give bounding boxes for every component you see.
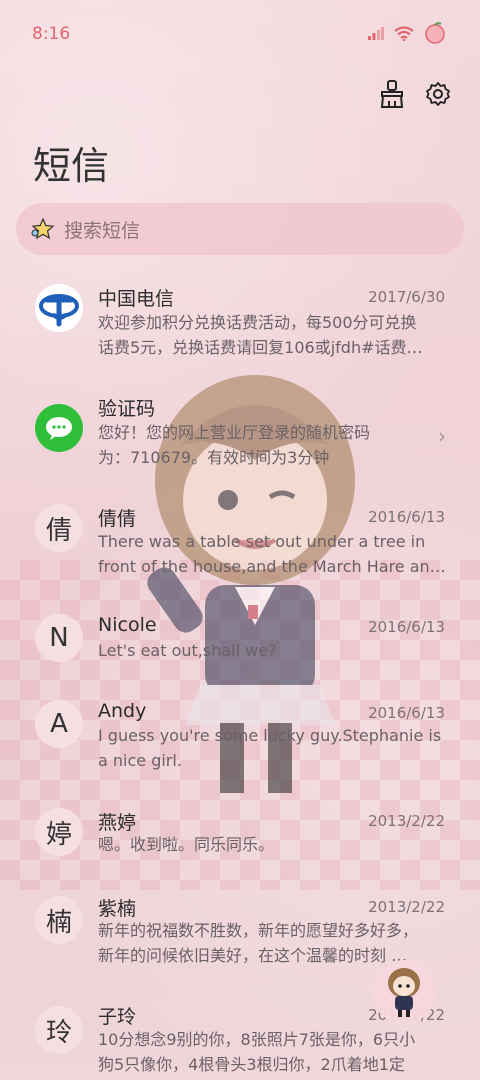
message-bubble-icon: [35, 404, 83, 452]
preview-line: 为：710679。有效时间为3分钟: [98, 448, 330, 467]
battery-peach-icon: [425, 22, 445, 44]
preview-line: 狗5只像你，4根骨头3根归你，2爪着地1定: [98, 1055, 405, 1074]
signal-icon: [368, 27, 384, 40]
preview-line: 您好！您的网上营业厅登录的随机密码: [98, 423, 371, 442]
preview-line: 10分想念9别的你，8张照片7张是你，6只小: [98, 1030, 416, 1049]
preview-line: 嗯。收到啦。同乐同乐。: [98, 835, 275, 854]
preview-line: Let's eat out,shall we?: [98, 641, 277, 660]
preview-line: 新年的祝福数不胜数，新年的愿望好多好多，: [98, 921, 419, 940]
wifi-icon: [394, 25, 414, 41]
contact-name: 倩倩: [98, 508, 137, 530]
message-date: 2013/2/22: [368, 812, 445, 830]
status-time: 8:16: [32, 24, 71, 44]
preview-line: front of the house,and the March Hare an…: [98, 557, 445, 576]
settings-button[interactable]: [424, 80, 452, 108]
message-preview: I guess you're some lucky guy.Stephanie …: [98, 723, 445, 773]
message-date: 2013/2/22: [368, 898, 445, 916]
contact-avatar: 婷: [35, 808, 83, 856]
search-placeholder: 搜索短信: [64, 219, 141, 242]
conversation-item[interactable]: 中国电信 2017/6/30 欢迎参加积分兑换话费活动，每500分可兑换 话费5…: [0, 270, 480, 378]
preview-line: 话费5元，兑换话费请回复106或jfdh#话费…: [98, 338, 423, 357]
chibi-compose-icon: [388, 968, 420, 1017]
contact-name: 子玲: [98, 1006, 137, 1028]
page-title: 短信: [33, 144, 110, 188]
message-preview: 新年的祝福数不胜数，新年的愿望好多好多， 新年的问候依旧美好，在这个温馨的时刻 …: [98, 918, 445, 968]
clean-button[interactable]: [378, 80, 406, 108]
message-preview: 您好！您的网上营业厅登录的随机密码 为：710679。有效时间为3分钟: [98, 420, 420, 470]
conversation-item[interactable]: 验证码 您好！您的网上营业厅登录的随机密码 为：710679。有效时间为3分钟 …: [0, 378, 480, 486]
contact-avatar: 倩: [35, 504, 83, 552]
message-date: 2017/6/30: [368, 288, 445, 306]
preview-line: I guess you're some lucky guy.Stephanie …: [98, 726, 442, 745]
preview-line: a nice girl.: [98, 751, 182, 770]
conversation-item[interactable]: 婷 燕婷 2013/2/22 嗯。收到啦。同乐同乐。: [0, 802, 480, 886]
conversation-item[interactable]: 倩 倩倩 2016/6/13 There was a table set out…: [0, 496, 480, 604]
message-preview: Let's eat out,shall we?: [98, 638, 445, 663]
conversation-item[interactable]: A Andy 2016/6/13 I guess you're some luc…: [0, 694, 480, 802]
contact-avatar: A: [35, 700, 83, 748]
contact-avatar: 楠: [35, 896, 83, 944]
status-bar: 8:16: [0, 0, 480, 64]
contact-name: 验证码: [98, 398, 156, 420]
contact-name: 中国电信: [98, 288, 175, 310]
contact-name: Nicole: [98, 614, 157, 636]
gear-icon: [426, 82, 450, 106]
search-star-icon: [30, 216, 56, 242]
search-bar[interactable]: 搜索短信: [16, 203, 464, 255]
chevron-right-icon: ›: [438, 424, 446, 448]
contact-avatar: 玲: [35, 1006, 83, 1054]
contact-name: Andy: [98, 700, 147, 722]
message-preview: 嗯。收到啦。同乐同乐。: [98, 832, 445, 857]
header-actions: [378, 80, 452, 108]
preview-line: There was a table set out under a tree i…: [98, 532, 426, 551]
conversation-item[interactable]: N Nicole 2016/6/13 Let's eat out,shall w…: [0, 608, 480, 692]
message-preview: There was a table set out under a tree i…: [98, 529, 445, 579]
message-preview: 欢迎参加积分兑换话费活动，每500分可兑换 话费5元，兑换话费请回复106或jf…: [98, 310, 445, 360]
new-message-button[interactable]: [372, 960, 436, 1024]
message-date: 2016/6/13: [368, 704, 445, 722]
message-date: 2016/6/13: [368, 618, 445, 636]
message-preview: 10分想念9别的你，8张照片7张是你，6只小 狗5只像你，4根骨头3根归你，2爪…: [98, 1027, 445, 1077]
contact-name: 燕婷: [98, 812, 137, 834]
contact-avatar: N: [35, 614, 83, 662]
message-date: 2016/6/13: [368, 508, 445, 526]
contact-name: 紫楠: [98, 898, 137, 920]
brush-icon: [380, 80, 404, 108]
preview-line: 欢迎参加积分兑换话费活动，每500分可兑换: [98, 313, 417, 332]
china-telecom-logo: [35, 284, 83, 332]
status-icons: [368, 22, 446, 44]
